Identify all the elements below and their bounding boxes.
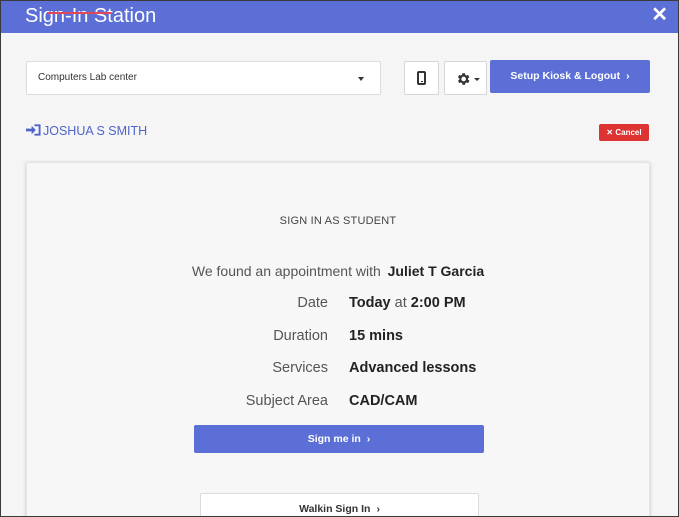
appointment-prefix: We found an appointment with xyxy=(191,263,381,279)
walkin-sign-in-label: Walkin Sign In xyxy=(299,503,371,515)
card-heading: SIGN IN AS STUDENT xyxy=(279,215,397,227)
dropdown-caret-icon xyxy=(358,77,364,81)
settings-caret-icon xyxy=(474,78,480,81)
duration-label: Duration xyxy=(273,328,328,344)
sign-in-icon xyxy=(26,124,41,136)
date-day: Today xyxy=(349,295,391,311)
appointment-found-text: We found an appointment with Juliet T Ga… xyxy=(27,263,649,279)
sign-in-station-window: Sign-In Station ✕ Computers Lab center S… xyxy=(0,0,679,517)
sign-me-in-button[interactable]: Sign me in › xyxy=(194,425,484,453)
settings-dropdown-button[interactable] xyxy=(444,61,487,95)
mobile-phone-icon xyxy=(417,71,426,85)
date-time: 2:00 PM xyxy=(410,295,466,311)
date-connector: at xyxy=(390,295,411,311)
duration-value: 15 mins xyxy=(349,328,403,344)
tutor-name: Juliet T Garcia xyxy=(387,263,485,279)
cancel-button[interactable]: ✕ Cancel xyxy=(599,124,649,141)
location-select-value: Computers Lab center xyxy=(38,72,137,83)
setup-button-label: Setup Kiosk & Logout xyxy=(510,70,621,82)
current-user[interactable]: JOSHUA S SMITH xyxy=(26,124,147,140)
subject-area-value: CAD/CAM xyxy=(349,393,418,409)
chevron-right-icon: › xyxy=(376,503,380,515)
walkin-sign-in-button[interactable]: Walkin Sign In › xyxy=(200,493,479,516)
close-icon[interactable]: ✕ xyxy=(651,4,668,26)
sign-me-in-label: Sign me in xyxy=(307,433,361,445)
subject-area-label: Subject Area xyxy=(245,393,328,409)
user-name: JOSHUA S SMITH xyxy=(43,124,148,138)
services-value: Advanced lessons xyxy=(349,360,477,376)
window-title: Sign-In Station xyxy=(25,5,157,27)
chevron-right-icon: › xyxy=(366,433,371,445)
services-label: Services xyxy=(272,360,328,376)
location-select[interactable]: Computers Lab center xyxy=(26,61,381,95)
date-label: Date xyxy=(297,295,328,311)
chevron-right-icon: › xyxy=(626,70,630,82)
setup-kiosk-logout-button[interactable]: Setup Kiosk & Logout › xyxy=(490,60,650,93)
appointment-card: SIGN IN AS STUDENT We found an appointme… xyxy=(26,162,650,516)
title-strike-mark xyxy=(47,12,111,14)
gear-icon xyxy=(457,73,470,85)
title-bar: Sign-In Station ✕ xyxy=(1,1,678,33)
cancel-button-label: Cancel xyxy=(615,128,642,137)
date-value: Today at 2:00 PM xyxy=(349,295,466,311)
mobile-view-button[interactable] xyxy=(404,61,439,95)
